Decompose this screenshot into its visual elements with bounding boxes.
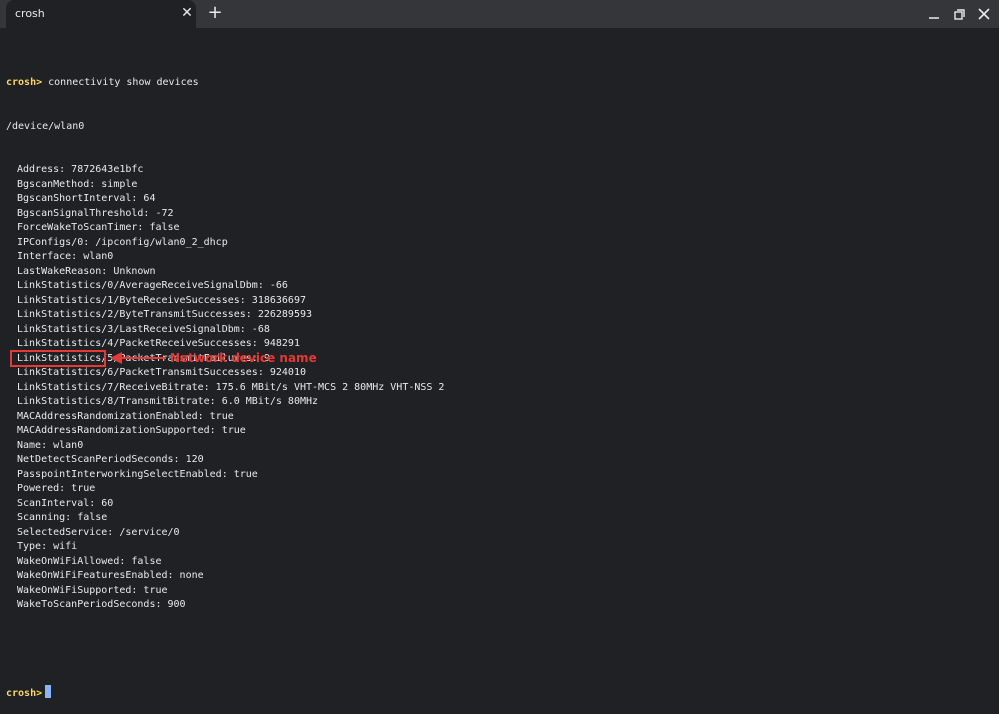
property-line: LinkStatistics/6/PacketTransmitSuccesses… <box>17 367 306 378</box>
property-line: LinkStatistics/3/LastReceiveSignalDbm: -… <box>17 323 270 335</box>
property-line: Interface: wlan0 <box>17 251 114 262</box>
tab-close-icon[interactable]: ✕ <box>179 4 195 22</box>
property-line: SelectedService: /service/0 <box>17 526 180 538</box>
property-line: WakeToScanPeriodSeconds: 900 <box>17 599 186 610</box>
property-line: NetDetectScanPeriodSeconds: 120 <box>17 454 204 465</box>
property-line: Name: wlan0 <box>17 439 84 451</box>
property-line: WakeOnWiFiFeaturesEnabled: none <box>17 570 204 581</box>
new-tab-icon[interactable]: + <box>205 3 225 23</box>
property-line: LinkStatistics/4/PacketReceiveSuccesses:… <box>17 338 300 349</box>
annotation-label: Network device name <box>170 351 317 365</box>
property-line: BgscanSignalThreshold: -72 <box>17 207 174 219</box>
final-prompt: crosh> <box>6 688 43 699</box>
text-cursor <box>45 685 52 698</box>
property-line: LinkStatistics/1/ByteReceiveSuccesses: 3… <box>17 294 306 306</box>
arrow-left-icon <box>110 352 166 364</box>
property-line: Powered: true <box>17 483 96 494</box>
property-line: ForceWakeToScanTimer: false <box>17 222 180 233</box>
property-line: MACAddressRandomizationEnabled: true <box>17 410 234 422</box>
property-line: WakeOnWiFiSupported: true <box>17 584 168 596</box>
property-line: IPConfigs/0: /ipconfig/wlan0_2_dhcp <box>17 236 228 248</box>
maximize-icon[interactable] <box>949 4 969 24</box>
property-line: Scanning: false <box>17 512 108 523</box>
device-path: /device/wlan0 <box>6 120 85 132</box>
command-line: crosh> connectivity show devices <box>6 76 986 91</box>
property-line: Address: 7872643e1bfc <box>17 164 144 175</box>
property-line: BgscanShortInterval: 64 <box>17 193 156 204</box>
command-text: connectivity show devices <box>42 77 199 88</box>
tab-title: crosh <box>15 7 45 20</box>
property-list: Address: 7872643e1bfc BgscanMethod: simpl… <box>6 163 986 613</box>
highlight-box <box>10 350 106 367</box>
property-line: MACAddressRandomizationSupported: true <box>17 425 246 436</box>
property-line: LinkStatistics/7/ReceiveBitrate: 175.6 M… <box>17 381 445 393</box>
property-line: BgscanMethod: simple <box>17 178 138 190</box>
property-line: PasspointInterworkingSelectEnabled: true <box>17 468 258 480</box>
property-line: WakeOnWiFiAllowed: false <box>17 555 162 567</box>
property-line: LinkStatistics/0/AverageReceiveSignalDbm… <box>17 280 288 291</box>
prompt: crosh> <box>6 77 43 88</box>
minimize-icon[interactable] <box>924 4 944 24</box>
property-line: LastWakeReason: Unknown <box>17 265 156 277</box>
close-icon[interactable] <box>974 4 994 24</box>
property-line: ScanInterval: 60 <box>17 497 114 509</box>
property-line: LinkStatistics/2/ByteTransmitSuccesses: … <box>17 309 313 320</box>
terminal-output[interactable]: crosh> connectivity show devices /device… <box>6 47 986 714</box>
tab-crosh[interactable]: crosh ✕ <box>6 0 196 28</box>
final-prompt-line[interactable]: crosh> <box>6 685 986 700</box>
title-bar: crosh ✕ + <box>0 0 999 28</box>
property-line: Type: wifi <box>17 541 78 552</box>
property-line: LinkStatistics/8/TransmitBitrate: 6.0 MB… <box>17 396 319 407</box>
